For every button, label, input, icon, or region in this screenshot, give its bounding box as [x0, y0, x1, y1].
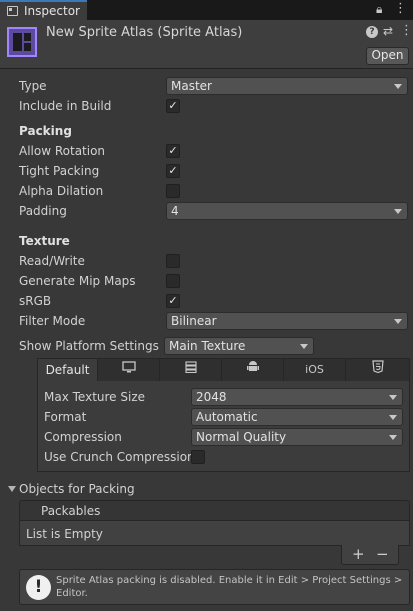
kebab-menu-icon[interactable]: ⋮	[394, 1, 407, 16]
format-dropdown[interactable]: Automatic	[191, 408, 403, 426]
chevron-down-icon	[389, 395, 397, 400]
chevron-down-icon	[394, 209, 402, 214]
platform-settings-dropdown[interactable]: Main Texture	[164, 337, 314, 355]
window-tab-bar: Inspector 🔒︎ ⋮	[0, 0, 413, 20]
checkmark-icon: ✓	[168, 294, 178, 307]
packing-heading: Packing	[19, 124, 72, 138]
compression-value: Normal Quality	[196, 430, 287, 444]
packables-label: Packables	[41, 504, 101, 518]
platform-tab-bar: Default iOS	[38, 359, 409, 381]
help-message: Sprite Atlas packing is disabled. Enable…	[56, 575, 403, 599]
mip-maps-checkbox[interactable]	[166, 274, 180, 288]
filter-mode-dropdown[interactable]: Bilinear	[166, 312, 408, 330]
alpha-dilation-checkbox[interactable]	[166, 184, 180, 198]
platform-settings-label: Show Platform Settings F	[19, 339, 161, 353]
help-icon[interactable]: ?	[366, 26, 378, 38]
format-value: Automatic	[196, 410, 258, 424]
texture-heading: Texture	[19, 234, 70, 248]
asset-header: New Sprite Atlas (Sprite Atlas) ? ⇄ ⋮ Op…	[0, 20, 413, 68]
padding-dropdown[interactable]: 4	[166, 202, 408, 220]
remove-button[interactable]: −	[376, 545, 389, 563]
exclamation-icon: !	[26, 575, 51, 600]
foldout-arrow-icon[interactable]	[8, 486, 16, 492]
tight-packing-label: Tight Packing	[19, 164, 100, 178]
objects-for-packing-heading[interactable]: Objects for Packing	[19, 482, 135, 496]
chevron-down-icon	[394, 84, 402, 89]
padding-value: 4	[171, 204, 179, 218]
filter-mode-value: Bilinear	[171, 314, 217, 328]
tab-inspector-label: Inspector	[24, 4, 80, 18]
sprite-atlas-icon	[7, 27, 37, 57]
preset-icon[interactable]: ⇄	[383, 24, 393, 38]
read-write-checkbox[interactable]	[166, 254, 180, 268]
srgb-checkbox[interactable]: ✓	[166, 294, 180, 308]
more-options-icon[interactable]: ⋮	[400, 23, 413, 38]
tab-server[interactable]	[160, 359, 222, 381]
list-footer: + −	[341, 545, 399, 565]
platform-settings-value: Main Texture	[169, 339, 246, 353]
inspector-icon	[7, 6, 18, 16]
monitor-icon	[121, 361, 136, 376]
add-button[interactable]: +	[352, 545, 365, 563]
help-box: ! Sprite Atlas packing is disabled. Enab…	[19, 569, 410, 605]
chevron-down-icon	[300, 344, 308, 349]
read-write-label: Read/Write	[19, 254, 85, 268]
checkmark-icon: ✓	[168, 164, 178, 177]
open-button[interactable]: Open	[366, 47, 409, 65]
lock-icon[interactable]: 🔒︎	[376, 2, 382, 17]
checkmark-icon: ✓	[168, 99, 178, 112]
android-icon	[246, 361, 259, 376]
html5-icon	[371, 360, 384, 376]
tight-packing-checkbox[interactable]: ✓	[166, 164, 180, 178]
tab-webgl[interactable]	[346, 359, 409, 381]
list-empty-text: List is Empty	[26, 527, 103, 541]
header-divider	[0, 68, 413, 69]
type-label: Type	[19, 79, 47, 93]
mip-maps-label: Generate Mip Maps	[19, 274, 136, 288]
chevron-down-icon	[394, 319, 402, 324]
max-texture-size-dropdown[interactable]: 2048	[191, 388, 403, 406]
packables-list-header: Packables	[19, 500, 410, 521]
asset-title: New Sprite Atlas (Sprite Atlas)	[46, 25, 243, 40]
checkmark-icon: ✓	[168, 144, 178, 157]
allow-rotation-checkbox[interactable]: ✓	[166, 144, 180, 158]
tab-ios[interactable]: iOS	[284, 359, 346, 381]
crunch-compression-checkbox[interactable]	[191, 450, 205, 464]
max-texture-size-value: 2048	[196, 390, 227, 404]
crunch-compression-label: Use Crunch Compression	[44, 450, 195, 464]
compression-label: Compression	[44, 430, 122, 444]
tab-default[interactable]: Default	[38, 359, 98, 381]
tab-standalone[interactable]	[98, 359, 160, 381]
tab-android[interactable]	[222, 359, 284, 381]
alpha-dilation-label: Alpha Dilation	[19, 184, 104, 198]
type-dropdown[interactable]: Master	[166, 77, 408, 95]
compression-dropdown[interactable]: Normal Quality	[191, 428, 403, 446]
tab-inspector[interactable]: Inspector	[0, 0, 87, 20]
format-label: Format	[44, 410, 87, 424]
max-texture-size-label: Max Texture Size	[44, 390, 145, 404]
server-icon	[184, 361, 197, 376]
type-value: Master	[171, 79, 212, 93]
include-in-build-label: Include in Build	[19, 99, 112, 113]
filter-mode-label: Filter Mode	[19, 314, 86, 328]
chevron-down-icon	[389, 415, 397, 420]
chevron-down-icon	[389, 435, 397, 440]
packables-list: List is Empty	[19, 520, 410, 546]
srgb-label: sRGB	[19, 294, 52, 308]
allow-rotation-label: Allow Rotation	[19, 144, 106, 158]
padding-label: Padding	[19, 204, 67, 218]
include-in-build-checkbox[interactable]: ✓	[166, 99, 180, 113]
